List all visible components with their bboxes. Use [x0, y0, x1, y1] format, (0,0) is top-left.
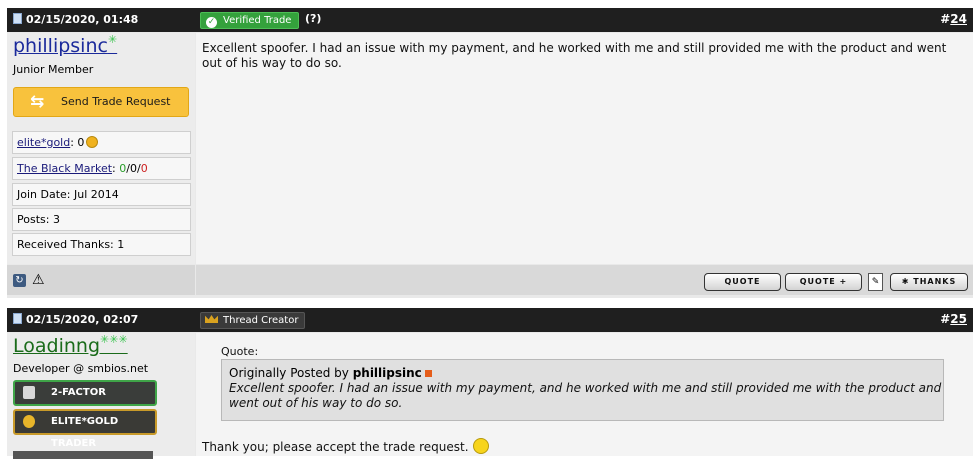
elite-gold-row: elite*gold: 0: [12, 131, 191, 154]
two-factor-badge: 2-FACTOR SECURED: [13, 380, 157, 420]
thread-creator-badge: Thread Creator: [200, 312, 306, 329]
post-date: 02/15/2020, 02:07: [13, 313, 138, 326]
document-icon: [13, 313, 22, 324]
elite-gold-link[interactable]: elite*gold: [17, 136, 70, 149]
padlock-icon: [23, 386, 35, 399]
elite-gold-trader-badge: ELITE*GOLD TRADER: [13, 409, 157, 449]
post-footer: QUOTE QUOTE + ✎ ✱ THANKS: [196, 265, 973, 295]
quote-box: Originally Posted by phillipsinc Excelle…: [221, 359, 944, 421]
post-message: Thank you; please accept the trade reque…: [202, 438, 489, 455]
gold-coins-icon: [23, 415, 35, 428]
edit-note-icon[interactable]: ✎: [868, 273, 883, 291]
trade-arrows-icon: ⇆: [30, 92, 45, 112]
black-market-row: The Black Market: 0/0/0: [12, 157, 191, 180]
verified-trade-badge: ✓ Verified Trade: [200, 12, 300, 29]
post-date: 02/15/2020, 01:48: [13, 13, 138, 26]
quote-label: Quote:: [221, 345, 259, 358]
post-header: 02/15/2020, 01:48 ✓ Verified Trade (?) #2…: [7, 8, 973, 32]
document-icon: [13, 13, 22, 24]
thanks-button[interactable]: ✱ THANKS: [890, 273, 968, 291]
quote-attribution: Originally Posted by phillipsinc: [229, 366, 943, 381]
avatar: [13, 451, 153, 459]
join-date: Join Date: Jul 2014: [12, 183, 191, 206]
member-stars-icon: ✳✳✳: [100, 333, 128, 346]
post-number[interactable]: #24: [940, 12, 967, 26]
post-header: 02/15/2020, 02:07 Thread Creator #25: [7, 308, 973, 332]
quoted-author[interactable]: phillipsinc: [353, 366, 422, 380]
view-post-arrow-icon[interactable]: [424, 370, 432, 377]
quote-plus-button[interactable]: QUOTE +: [785, 273, 862, 291]
smiley-icon: [472, 438, 489, 454]
crown-icon: [205, 315, 218, 323]
negative-count: 0: [140, 162, 148, 175]
help-link[interactable]: (?): [305, 12, 321, 25]
user-title: Junior Member: [13, 63, 94, 76]
neutral-count: 0: [129, 162, 137, 175]
post-24: 02/15/2020, 01:48 ✓ Verified Trade (?) #2…: [7, 8, 973, 298]
username-link[interactable]: Loadinng✳✳✳: [13, 333, 128, 357]
quoted-text: Excellent spoofer. I had an issue with m…: [229, 381, 942, 410]
user-sidebar: phillipsinc✳ Junior Member ⇆ Send Trade …: [7, 33, 195, 264]
received-thanks: Received Thanks: 1: [12, 233, 191, 256]
user-sidebar: Loadinng✳✳✳ Developer @ smbios.net 2-FAC…: [7, 333, 195, 459]
refresh-icon[interactable]: ↻: [13, 274, 26, 287]
post-count: Posts: 3: [12, 208, 191, 231]
post-permalink[interactable]: 24: [950, 12, 967, 26]
post-permalink[interactable]: 25: [950, 312, 967, 326]
star-icon: ✱: [901, 277, 914, 286]
send-trade-request-button[interactable]: ⇆ Send Trade Request: [13, 87, 189, 117]
check-circle-icon: ✓: [206, 17, 217, 28]
post-number[interactable]: #25: [940, 312, 967, 326]
quote-button[interactable]: QUOTE: [704, 273, 781, 291]
sidebar-footer: ↻ ⚠: [7, 265, 195, 295]
post-25: 02/15/2020, 02:07 Thread Creator #25 Loa…: [7, 308, 973, 459]
positive-count: 0: [119, 162, 127, 175]
gold-coin-icon: [86, 136, 99, 148]
username-link[interactable]: phillipsinc✳: [13, 33, 118, 57]
report-warning-icon[interactable]: ⚠: [32, 273, 45, 287]
black-market-link[interactable]: The Black Market: [17, 162, 112, 175]
user-title: Developer @ smbios.net: [13, 362, 149, 375]
post-message: Excellent spoofer. I had an issue with m…: [202, 41, 947, 70]
member-star-icon: ✳: [107, 33, 118, 46]
